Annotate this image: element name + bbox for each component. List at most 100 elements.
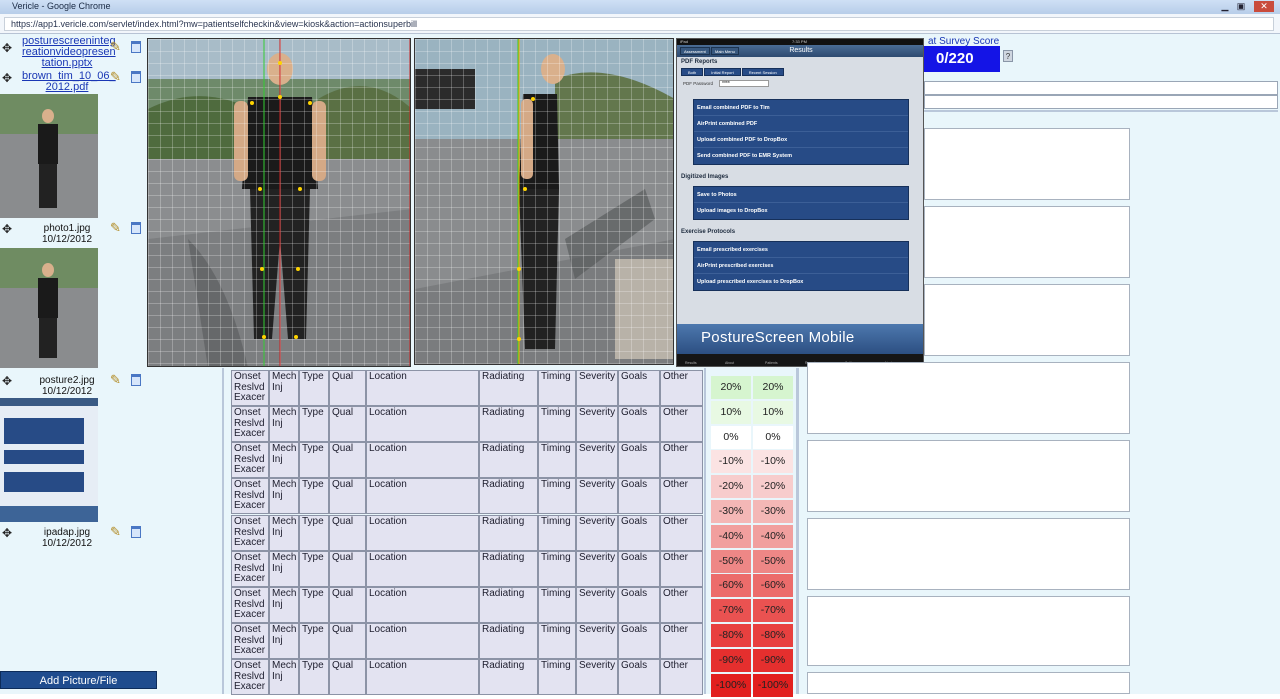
complaint-cell-location[interactable]: Location [366,478,479,514]
complaint-cell-radiating[interactable]: Radiating [479,515,538,551]
trash-icon[interactable] [131,71,141,83]
complaint-cell-timing[interactable]: Timing [538,370,576,406]
posture-photo-front[interactable] [147,38,411,367]
complaint-cell-radiating[interactable]: Radiating [479,406,538,442]
complaint-cell-type[interactable]: Type [299,515,329,551]
note-box[interactable] [807,362,1130,434]
edit-icon[interactable]: ✎ [110,373,124,387]
url-field[interactable]: https://app1.vericle.com/servlet/index.h… [4,17,1274,31]
complaint-cell-location[interactable]: Location [366,623,479,659]
pain-scale-cell[interactable]: -40% [753,524,793,548]
complaint-cell-qual[interactable]: Qual [329,587,366,623]
ipad-tab[interactable]: Results [685,361,697,365]
ipad-action-button[interactable]: Upload prescribed exercises to DropBox [694,274,908,290]
pain-scale-cell[interactable]: 0% [753,425,793,449]
complaint-cell-type[interactable]: Type [299,442,329,478]
complaint-cell-onset[interactable]: Onset Reslvd Exacer [231,551,269,587]
pain-scale-cell[interactable]: -80% [711,624,751,647]
complaint-cell-onset[interactable]: Onset Reslvd Exacer [231,442,269,478]
pain-scale-cell[interactable]: -30% [711,500,751,523]
complaint-cell-mech[interactable]: Mech Inj [269,551,299,587]
complaint-cell-other[interactable]: Other [660,659,703,695]
posture-photo-side[interactable] [414,38,674,365]
edit-icon[interactable]: ✎ [110,525,124,539]
file-link[interactable]: 2012.pdf [22,82,112,93]
complaint-cell-other[interactable]: Other [660,587,703,623]
complaint-cell-onset[interactable]: Onset Reslvd Exacer [231,623,269,659]
complaint-cell-location[interactable]: Location [366,551,479,587]
pdf-password-field[interactable]: **** [719,80,769,87]
complaint-cell-goals[interactable]: Goals [618,406,660,442]
complaint-cell-mech[interactable]: Mech Inj [269,659,299,695]
pain-scale-cell[interactable]: -10% [753,450,793,474]
complaint-cell-timing[interactable]: Timing [538,623,576,659]
minimize-icon[interactable]: ▁ [1218,1,1232,12]
trash-icon[interactable] [131,222,141,234]
complaint-cell-mech[interactable]: Mech Inj [269,623,299,659]
ipad-action-button[interactable]: Upload images to DropBox [694,203,908,219]
pain-scale-cell[interactable]: -50% [711,549,751,573]
complaint-cell-mech[interactable]: Mech Inj [269,406,299,442]
note-box[interactable] [924,128,1130,200]
complaint-cell-type[interactable]: Type [299,406,329,442]
complaint-cell-qual[interactable]: Qual [329,623,366,659]
complaint-cell-mech[interactable]: Mech Inj [269,370,299,406]
trash-icon[interactable] [131,526,141,538]
complaint-cell-timing[interactable]: Timing [538,587,576,623]
note-box[interactable] [924,284,1130,356]
note-box[interactable] [807,440,1130,512]
pain-scale-cell[interactable]: -90% [753,648,793,672]
complaint-cell-severity[interactable]: Severity [576,370,618,406]
pain-scale-cell[interactable]: -80% [753,624,793,647]
pdf-tab[interactable]: Initial Report [704,68,741,76]
complaint-cell-goals[interactable]: Goals [618,551,660,587]
complaint-cell-timing[interactable]: Timing [538,406,576,442]
complaint-cell-onset[interactable]: Onset Reslvd Exacer [231,478,269,514]
survey-field[interactable] [924,95,1278,109]
pain-scale-cell[interactable]: -30% [753,500,793,523]
note-box[interactable] [807,672,1130,694]
maximize-icon[interactable]: ▣ [1234,1,1248,12]
close-icon[interactable]: ✕ [1254,1,1274,12]
complaint-cell-qual[interactable]: Qual [329,370,366,406]
complaint-cell-other[interactable]: Other [660,551,703,587]
complaint-cell-location[interactable]: Location [366,659,479,695]
pain-scale-cell[interactable]: -90% [711,648,751,672]
complaint-cell-type[interactable]: Type [299,659,329,695]
complaint-cell-mech[interactable]: Mech Inj [269,515,299,551]
ipad-tab[interactable]: Patients [765,361,778,365]
ipad-action-button[interactable]: Email prescribed exercises [694,242,908,258]
pain-scale-cell[interactable]: -20% [711,475,751,499]
pain-scale-cell[interactable]: -70% [711,599,751,623]
help-button[interactable]: ? [1003,50,1013,62]
complaint-cell-qual[interactable]: Qual [329,515,366,551]
edit-icon[interactable]: ✎ [110,221,124,235]
file-thumbnail[interactable] [0,398,98,522]
complaint-cell-location[interactable]: Location [366,587,479,623]
complaint-cell-qual[interactable]: Qual [329,406,366,442]
complaint-cell-qual[interactable]: Qual [329,659,366,695]
pain-scale-cell[interactable]: 10% [711,400,751,424]
complaint-cell-location[interactable]: Location [366,370,479,406]
complaint-cell-goals[interactable]: Goals [618,478,660,514]
pain-scale-cell[interactable]: -100% [753,673,793,697]
complaint-cell-onset[interactable]: Onset Reslvd Exacer [231,406,269,442]
ipad-action-button[interactable]: AirPrint prescribed exercises [694,258,908,274]
complaint-cell-mech[interactable]: Mech Inj [269,442,299,478]
complaint-cell-severity[interactable]: Severity [576,442,618,478]
complaint-cell-mech[interactable]: Mech Inj [269,478,299,514]
ipad-action-button[interactable]: Save to Photos [694,187,908,203]
pain-scale-cell[interactable]: 10% [753,400,793,424]
complaint-cell-goals[interactable]: Goals [618,442,660,478]
complaint-cell-goals[interactable]: Goals [618,623,660,659]
complaint-cell-goals[interactable]: Goals [618,515,660,551]
note-box[interactable] [807,596,1130,666]
pdf-tab[interactable]: Both [681,68,704,76]
move-icon[interactable]: ✥ [2,72,14,84]
complaint-cell-onset[interactable]: Onset Reslvd Exacer [231,587,269,623]
complaint-cell-onset[interactable]: Onset Reslvd Exacer [231,515,269,551]
complaint-cell-timing[interactable]: Timing [538,442,576,478]
complaint-cell-severity[interactable]: Severity [576,659,618,695]
complaint-cell-radiating[interactable]: Radiating [479,551,538,587]
complaint-cell-qual[interactable]: Qual [329,551,366,587]
